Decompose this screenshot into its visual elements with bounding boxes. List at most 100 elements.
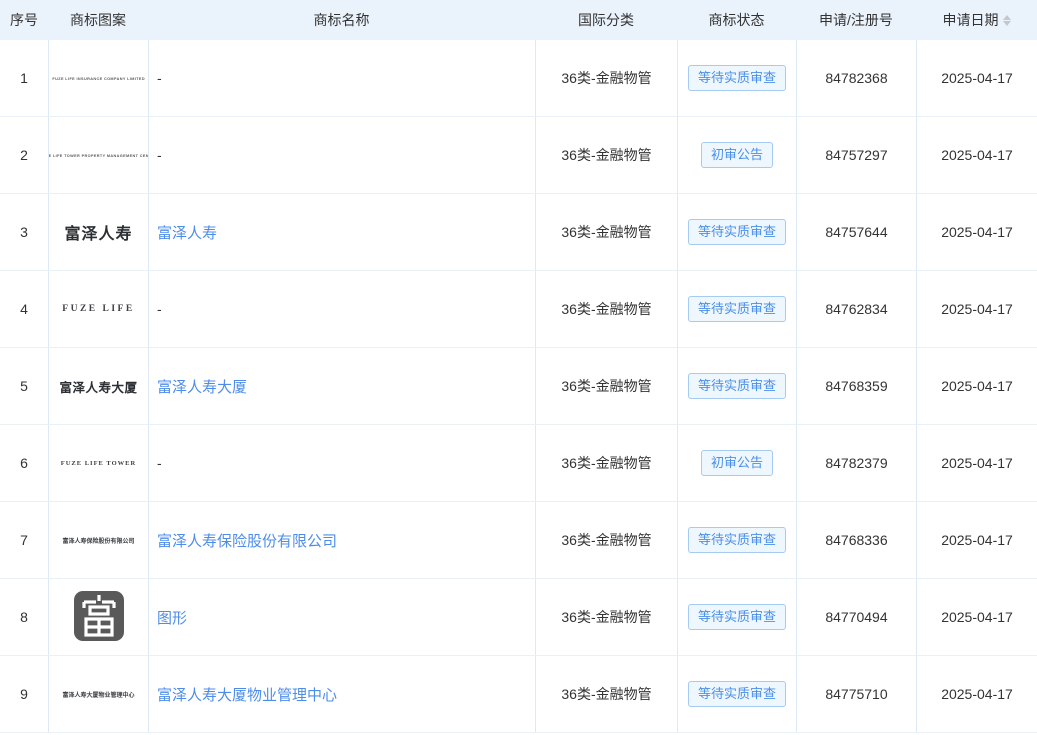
trademark-name-link[interactable]: 富泽人寿大厦 — [157, 376, 247, 397]
trademark-name-cell: 富泽人寿大厦物业管理中心 — [148, 656, 535, 732]
table-body: 1FUZE LIFE INSURANCE COMPANY LIMITED-36类… — [0, 40, 1037, 733]
status-badge: 等待实质审查 — [688, 65, 786, 92]
intl-class-value: 36类-金融物管 — [561, 530, 651, 550]
intl-class-value: 36类-金融物管 — [561, 607, 651, 627]
table-row: 7富泽人寿保险股份有限公司富泽人寿保险股份有限公司36类-金融物管等待实质审查8… — [0, 502, 1037, 579]
intl-class-value: 36类-金融物管 — [561, 222, 651, 242]
trademark-image-text[interactable]: 富泽人寿保险股份有限公司 — [62, 536, 134, 545]
intl-class-value: 36类-金融物管 — [561, 684, 651, 704]
trademark-image-text[interactable]: 富泽人寿大厦物业管理中心 — [62, 690, 134, 699]
status-badge: 初审公告 — [701, 142, 773, 169]
row-index: 7 — [0, 502, 48, 578]
application-date-value: 2025-04-17 — [941, 455, 1013, 471]
trademark-name-empty: - — [157, 70, 162, 86]
trademark-image-text[interactable]: 富泽人寿 — [64, 220, 132, 244]
trademark-image-text[interactable]: FUZE LIFE TOWER — [61, 460, 136, 467]
status-cell: 等待实质审查 — [677, 271, 796, 347]
application-date-cell: 2025-04-17 — [916, 40, 1037, 116]
registration-number-value: 84768359 — [825, 378, 887, 394]
registration-number-value: 84762834 — [825, 301, 887, 317]
registration-number-cell: 84782368 — [796, 40, 916, 116]
row-index-value: 3 — [20, 224, 28, 240]
application-date-cell: 2025-04-17 — [916, 579, 1037, 655]
trademark-results-table: 序号 商标图案 商标名称 国际分类 商标状态 申请/注册号 申请日期 1FUZE… — [0, 0, 1037, 735]
trademark-image-cell[interactable]: 富泽人寿大厦物业管理中心 — [48, 656, 148, 732]
column-header-image: 商标图案 — [48, 10, 148, 30]
trademark-name-cell: - — [148, 117, 535, 193]
trademark-image-cell[interactable]: 富泽人寿保险股份有限公司 — [48, 502, 148, 578]
trademark-logo-square[interactable] — [73, 590, 125, 645]
registration-number-cell: 84775710 — [796, 656, 916, 732]
column-header-date-label: 申请日期 — [943, 10, 999, 30]
status-badge: 等待实质审查 — [688, 604, 786, 631]
trademark-name-cell: - — [148, 40, 535, 116]
row-index: 9 — [0, 656, 48, 732]
trademark-image-cell[interactable]: 富泽人寿 — [48, 194, 148, 270]
trademark-name-cell: 富泽人寿保险股份有限公司 — [148, 502, 535, 578]
column-header-status: 商标状态 — [677, 10, 796, 30]
status-badge: 等待实质审查 — [688, 296, 786, 323]
intl-class-cell: 36类-金融物管 — [535, 502, 677, 578]
trademark-image-text[interactable]: 富泽人寿大厦 — [59, 377, 137, 396]
application-date-value: 2025-04-17 — [941, 609, 1013, 625]
table-row: 3富泽人寿富泽人寿36类-金融物管等待实质审查847576442025-04-1… — [0, 194, 1037, 271]
registration-number-value: 84775710 — [825, 686, 887, 702]
trademark-name-link[interactable]: 富泽人寿 — [157, 222, 217, 243]
trademark-image-text[interactable]: FUZE LIFE — [62, 304, 134, 314]
trademark-image-cell[interactable]: FUZE LIFE INSURANCE COMPANY LIMITED — [48, 40, 148, 116]
column-header-name: 商标名称 — [148, 10, 535, 30]
caret-up-down-icon[interactable] — [1003, 15, 1011, 26]
trademark-image-cell[interactable]: FUZE LIFE TOWER — [48, 425, 148, 501]
table-row: 8 图形 36类-金融物管 等待实质审查 84770494 2025-04-17 — [0, 579, 1037, 656]
table-row: 1FUZE LIFE INSURANCE COMPANY LIMITED-36类… — [0, 40, 1037, 117]
column-header-class: 国际分类 — [535, 10, 677, 30]
status-cell: 初审公告 — [677, 425, 796, 501]
row-index: 2 — [0, 117, 48, 193]
intl-class-cell: 36类-金融物管 — [535, 194, 677, 270]
trademark-image-cell[interactable]: 富泽人寿大厦 — [48, 348, 148, 424]
column-header-regno: 申请/注册号 — [796, 10, 916, 30]
intl-class-cell: 36类-金融物管 — [535, 40, 677, 116]
table-row: 9 富泽人寿大厦物业管理中心 富泽人寿大厦物业管理中心 36类-金融物管 等待实质审查 8… — [0, 656, 1037, 733]
status-badge: 等待实质审查 — [688, 219, 786, 246]
application-date-value: 2025-04-17 — [941, 378, 1013, 394]
intl-class-value: 36类-金融物管 — [561, 376, 651, 396]
trademark-image-cell[interactable]: FUZE LIFE — [48, 271, 148, 347]
trademark-name-link[interactable]: 富泽人寿保险股份有限公司 — [157, 530, 337, 551]
trademark-image-cell[interactable] — [48, 579, 148, 655]
trademark-image-cell[interactable]: FUZE LIFE TOWER PROPERTY MANAGEMENT CENT… — [48, 117, 148, 193]
trademark-name-empty: - — [157, 147, 162, 163]
trademark-image-text[interactable]: FUZE LIFE INSURANCE COMPANY LIMITED — [52, 76, 145, 81]
status-badge: 等待实质审查 — [688, 681, 786, 708]
application-date-cell: 2025-04-17 — [916, 502, 1037, 578]
registration-number-value: 84768336 — [825, 532, 887, 548]
registration-number-cell: 84770494 — [796, 579, 916, 655]
trademark-name-link[interactable]: 图形 — [157, 607, 187, 628]
trademark-name-cell: 富泽人寿 — [148, 194, 535, 270]
trademark-name-cell: 图形 — [148, 579, 535, 655]
row-index: 5 — [0, 348, 48, 424]
trademark-name-cell: - — [148, 425, 535, 501]
row-index-value: 9 — [20, 686, 28, 702]
row-index: 8 — [0, 579, 48, 655]
application-date-cell: 2025-04-17 — [916, 656, 1037, 732]
registration-number-value: 84757644 — [825, 224, 887, 240]
registration-number-value: 84770494 — [825, 609, 887, 625]
trademark-image-text[interactable]: FUZE LIFE TOWER PROPERTY MANAGEMENT CENT… — [48, 153, 148, 158]
status-cell: 初审公告 — [677, 117, 796, 193]
registration-number-cell: 84762834 — [796, 271, 916, 347]
row-index: 4 — [0, 271, 48, 347]
intl-class-cell: 36类-金融物管 — [535, 656, 677, 732]
table-row: 4FUZE LIFE-36类-金融物管等待实质审查847628342025-04… — [0, 271, 1037, 348]
intl-class-value: 36类-金融物管 — [561, 299, 651, 319]
status-cell: 等待实质审查 — [677, 40, 796, 116]
registration-number-cell: 84768336 — [796, 502, 916, 578]
status-cell: 等待实质审查 — [677, 656, 796, 732]
column-header-date-sortable[interactable]: 申请日期 — [916, 10, 1037, 30]
column-header-index: 序号 — [0, 10, 48, 30]
trademark-name-link[interactable]: 富泽人寿大厦物业管理中心 — [157, 684, 337, 705]
status-cell: 等待实质审查 — [677, 579, 796, 655]
application-date-cell: 2025-04-17 — [916, 348, 1037, 424]
trademark-name-cell: - — [148, 271, 535, 347]
trademark-name-empty: - — [157, 455, 162, 471]
